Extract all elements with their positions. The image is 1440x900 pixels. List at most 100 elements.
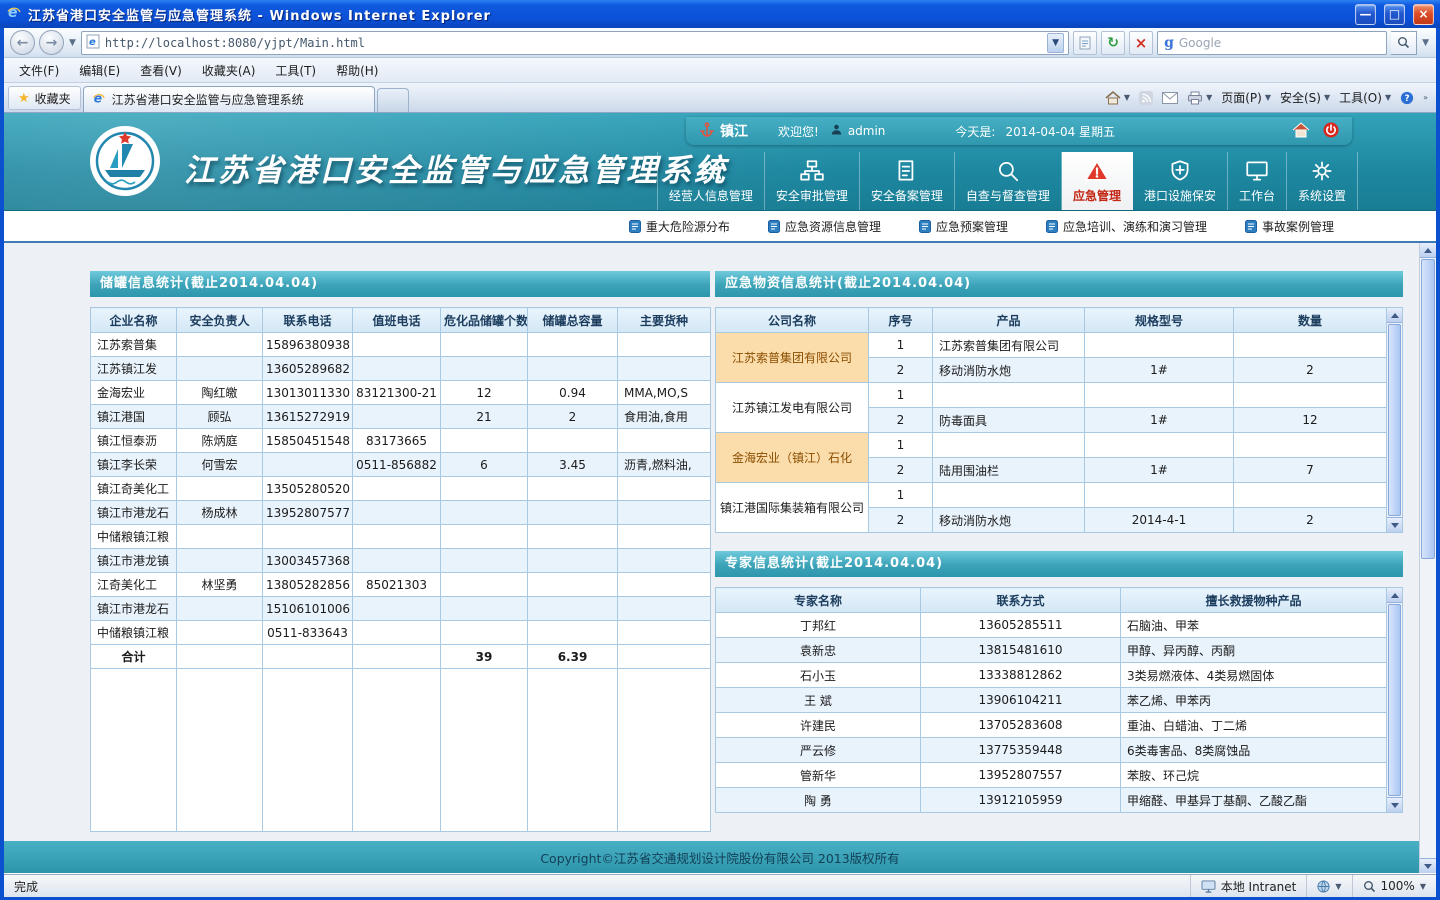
menu-item-5[interactable]: 工具(T) [266, 59, 325, 82]
refresh-button[interactable]: ↻ [1101, 31, 1125, 55]
subnav-item-4[interactable]: 应急培训、演练和演习管理 [1046, 218, 1207, 235]
subnav-item-2[interactable]: 应急资源信息管理 [768, 218, 881, 235]
nav-workbench[interactable]: 工作台 [1228, 152, 1287, 210]
home-button[interactable]: ▼ [1105, 90, 1130, 105]
company-cell: 江苏索普集团有限公司 [716, 333, 869, 383]
page-scrollbar[interactable] [1419, 243, 1436, 873]
table-cell: 金海宏业 [91, 381, 177, 405]
tab-active[interactable]: e 江苏省港口安全监管与应急管理系统 [83, 86, 375, 112]
scroll-down-icon[interactable] [1387, 517, 1402, 532]
nav-safety-approval[interactable]: 安全审批管理 [765, 152, 860, 210]
scroll-up-icon[interactable] [1387, 308, 1402, 323]
print-button[interactable]: ▼ [1187, 91, 1212, 105]
toolbar-overflow-chevron[interactable]: » [1423, 93, 1428, 102]
table-cell: 移动消防水炮 [933, 358, 1085, 383]
table-cell: 甲醇、异丙醇、丙酮 [1121, 638, 1387, 663]
minimize-button[interactable]: — [1355, 4, 1376, 25]
tank-panel-title: 储罐信息统计(截止2014.04.04) [90, 271, 710, 297]
supplies-scrollbar[interactable] [1387, 307, 1403, 533]
subnav-item-5[interactable]: 事故案例管理 [1245, 218, 1334, 235]
experts-panel: 专家信息统计(截止2014.04.04) 专家名称联系方式擅长救援物种产品 丁邦… [715, 551, 1403, 813]
security-zone: 本地 Intranet [1190, 875, 1307, 897]
favorites-button[interactable]: ★ 收藏夹 [8, 86, 81, 110]
help-button[interactable]: ? [1400, 91, 1414, 105]
scroll-thumb[interactable] [1388, 604, 1401, 796]
table-cell: 3类易燃液体、4类易燃固体 [1121, 663, 1387, 688]
subnav-item-1[interactable]: 重大危险源分布 [629, 218, 730, 235]
maximize-button[interactable]: □ [1384, 4, 1405, 25]
zoom-control[interactable]: 100% ▼ [1352, 875, 1436, 897]
ie-page-icon: e [92, 91, 106, 108]
table-cell: 王 斌 [716, 688, 921, 713]
scroll-up-icon[interactable] [1420, 243, 1436, 258]
logout-icon[interactable] [1322, 121, 1340, 142]
menu-item-1[interactable]: 文件(F) [10, 59, 68, 82]
search-dropdown-icon[interactable]: ▼ [1421, 38, 1430, 48]
experts-scrollbar[interactable] [1387, 587, 1403, 813]
table-cell [528, 525, 618, 549]
nav-safety-record[interactable]: 安全备案管理 [860, 152, 955, 210]
table-cell: 丁邦红 [716, 613, 921, 638]
table-cell: 镇江恒泰沥 [91, 429, 177, 453]
print-dropdown-icon[interactable]: ▼ [1206, 93, 1212, 102]
compatibility-view-button[interactable] [1073, 31, 1097, 55]
read-mail-icon[interactable] [1162, 92, 1178, 104]
nav-emergency[interactable]: 应急管理 [1062, 152, 1133, 210]
rss-feed-icon[interactable] [1139, 91, 1153, 105]
table-row: 袁新忠13815481610甲醇、异丙醇、丙酮 [716, 638, 1387, 663]
home-shortcut-icon[interactable] [1292, 121, 1310, 141]
column-header: 储罐总容量 [528, 308, 618, 333]
url-text[interactable]: http://localhost:8080/yjpt/Main.html [105, 36, 1042, 50]
forward-button[interactable]: → [39, 30, 64, 55]
scroll-thumb[interactable] [1421, 259, 1435, 559]
supplies-panel-title: 应急物资信息统计(截止2014.04.04) [715, 271, 1403, 297]
nav-port-security[interactable]: 港口设施保安 [1133, 152, 1228, 210]
doc-icon [919, 220, 931, 233]
page-menu[interactable]: 页面(P)▼ [1221, 89, 1271, 106]
scroll-down-icon[interactable] [1387, 797, 1402, 812]
safety-menu[interactable]: 安全(S)▼ [1280, 89, 1330, 106]
tools-menu[interactable]: 工具(O)▼ [1339, 89, 1391, 106]
table-cell [528, 573, 618, 597]
protected-mode-indicator[interactable]: ▼ [1306, 875, 1351, 897]
scroll-down-icon[interactable] [1420, 858, 1436, 873]
table-cell: 13605289682 [263, 357, 353, 381]
search-button[interactable] [1391, 31, 1417, 55]
address-dropdown-button[interactable]: ▼ [1047, 33, 1064, 53]
column-header: 值班电话 [353, 308, 441, 333]
table-cell [528, 429, 618, 453]
table-cell [618, 357, 711, 381]
home-dropdown-icon[interactable]: ▼ [1124, 93, 1130, 102]
new-tab-stub[interactable] [377, 88, 409, 112]
scroll-up-icon[interactable] [1387, 588, 1402, 603]
scroll-thumb[interactable] [1388, 324, 1401, 516]
table-row: 江苏镇江发13605289682 [91, 357, 711, 381]
stop-button[interactable]: × [1129, 31, 1153, 55]
menu-item-3[interactable]: 查看(V) [131, 59, 191, 82]
username: admin [848, 124, 886, 138]
table-cell [177, 645, 263, 669]
close-button[interactable]: × [1413, 4, 1434, 25]
table-cell [441, 597, 528, 621]
table-cell [177, 597, 263, 621]
menu-item-4[interactable]: 收藏夹(A) [193, 59, 265, 82]
column-header: 危化品储罐个数 [441, 308, 528, 333]
nav-settings[interactable]: 系统设置 [1287, 152, 1358, 210]
table-row: 镇江港国顾弘13615272919212食用油,食用 [91, 405, 711, 429]
nav-operator-info[interactable]: 经营人信息管理 [657, 152, 765, 210]
subnav-item-3[interactable]: 应急预案管理 [919, 218, 1008, 235]
city-label: 镇江 [720, 121, 748, 141]
nav-self-inspection[interactable]: 自查与督查管理 [955, 152, 1062, 210]
search-input[interactable]: g Google [1157, 31, 1387, 55]
menu-item-2[interactable]: 编辑(E) [70, 59, 129, 82]
column-header: 序号 [869, 308, 933, 333]
table-cell [353, 405, 441, 429]
table-cell: 合计 [91, 645, 177, 669]
history-dropdown-icon[interactable]: ▼ [68, 38, 77, 48]
table-cell: 85021303 [353, 573, 441, 597]
address-input[interactable]: e http://localhost:8080/yjpt/Main.html ▼ [81, 31, 1069, 55]
back-button[interactable]: ← [10, 30, 35, 55]
table-cell: 13615272919 [263, 405, 353, 429]
menu-item-6[interactable]: 帮助(H) [327, 59, 387, 82]
table-row: 镇江港国际集装箱有限公司1 [716, 483, 1387, 508]
